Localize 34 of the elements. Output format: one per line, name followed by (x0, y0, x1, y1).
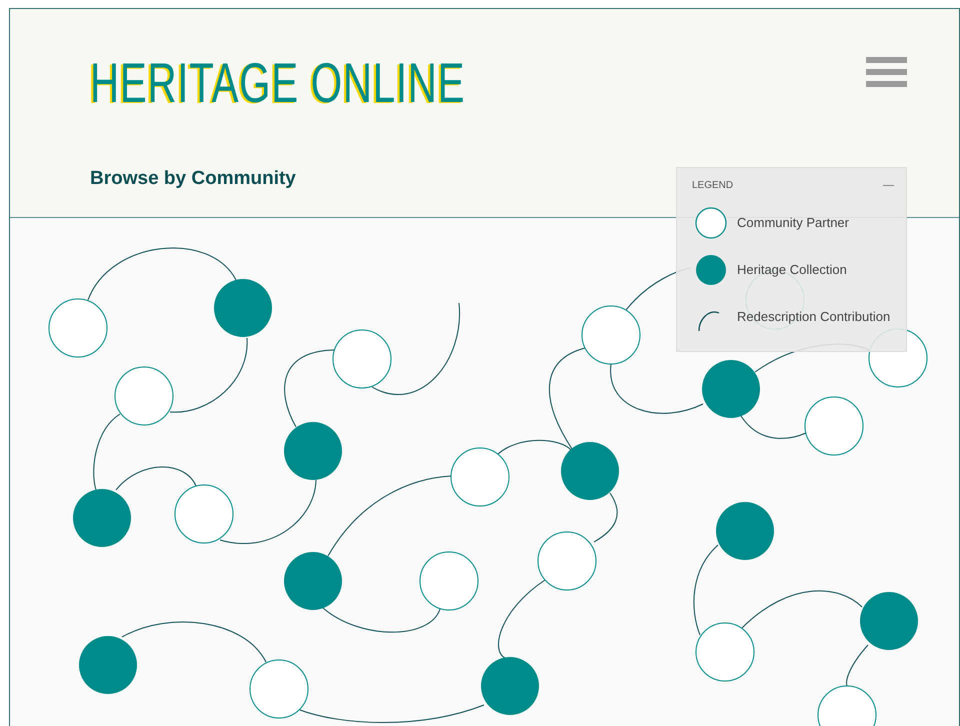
partner-node[interactable] (696, 622, 754, 682)
collection-node[interactable] (716, 502, 774, 560)
partner-node[interactable] (250, 660, 308, 718)
menu-icon[interactable] (866, 57, 907, 87)
partner-node[interactable] (538, 532, 596, 590)
legend-label: Heritage Collection (737, 261, 847, 280)
page-title: Browse by Community (90, 167, 296, 191)
collection-node[interactable] (481, 657, 539, 715)
collection-node[interactable] (284, 552, 342, 610)
collection-node[interactable] (860, 592, 918, 650)
partner-node[interactable] (114, 366, 174, 426)
collection-node[interactable] (214, 279, 272, 337)
legend-title: LEGEND (692, 179, 734, 193)
partner-node[interactable] (420, 552, 478, 610)
collection-node[interactable] (79, 636, 137, 694)
collection-node[interactable] (73, 489, 131, 547)
partner-node[interactable] (174, 484, 234, 544)
collection-node[interactable] (284, 422, 342, 480)
partner-node[interactable] (804, 396, 864, 456)
legend-label: Redescription Contribution (737, 308, 890, 326)
partner-node[interactable] (818, 686, 876, 726)
partner-node[interactable] (582, 306, 640, 364)
collection-node[interactable] (702, 360, 760, 418)
collection-node[interactable] (561, 442, 619, 500)
partner-node[interactable] (48, 298, 108, 358)
partner-node[interactable] (450, 448, 510, 506)
site-logo[interactable]: HERITAGE ONLINE (90, 53, 466, 113)
partner-node[interactable] (332, 330, 392, 388)
connection-line (740, 416, 806, 439)
legend-label: Community Partner (737, 214, 849, 232)
partner-circle-icon (695, 207, 727, 239)
connection-line (594, 492, 618, 542)
connection-line (846, 644, 868, 686)
collection-circle-icon (695, 254, 727, 286)
